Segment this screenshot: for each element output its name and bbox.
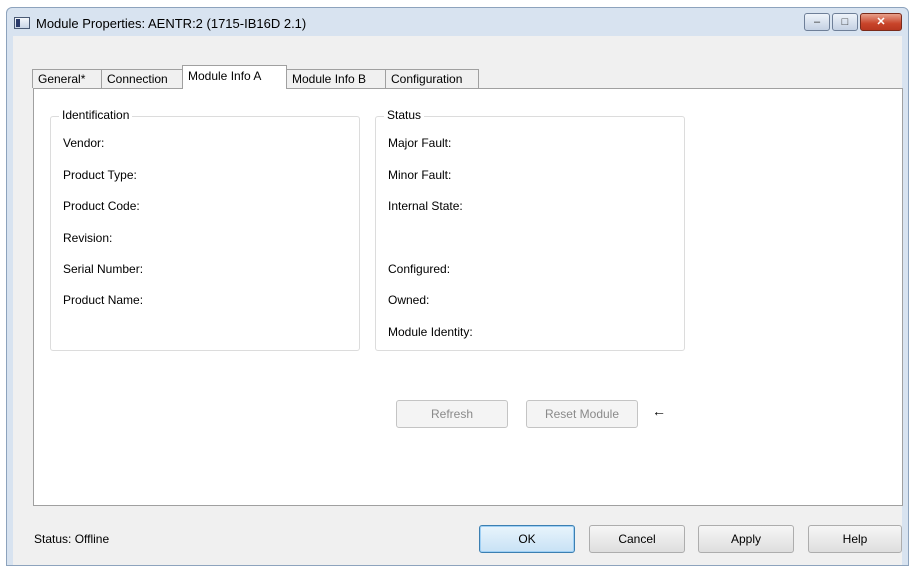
tab-panel: Identification Vendor: Product Type: Pro… — [33, 88, 903, 506]
tab-configuration[interactable]: Configuration — [385, 69, 479, 88]
serial-number-label: Serial Number: — [63, 262, 144, 276]
owned-label: Owned: — [388, 293, 430, 307]
tab-connection[interactable]: Connection — [101, 69, 183, 88]
title-bar[interactable]: Module Properties: AENTR:2 (1715-IB16D 2… — [7, 8, 908, 38]
identification-title: Identification — [59, 108, 133, 122]
minor-fault-label: Minor Fault: — [388, 168, 452, 182]
vendor-label: Vendor: — [63, 136, 105, 150]
help-button[interactable]: Help — [808, 525, 902, 553]
apply-button[interactable]: Apply — [698, 525, 794, 553]
tab-general[interactable]: General* — [32, 69, 102, 88]
tab-module-info-b[interactable]: Module Info B — [286, 69, 386, 88]
internal-state-label: Internal State: — [388, 199, 463, 213]
minimize-button[interactable]: – — [804, 13, 830, 31]
identification-group: Identification Vendor: Product Type: Pro… — [50, 108, 360, 351]
maximize-button[interactable]: □ — [832, 13, 858, 31]
configured-label: Configured: — [388, 262, 451, 276]
module-identity-label: Module Identity: — [388, 325, 473, 339]
cancel-button[interactable]: Cancel — [589, 525, 685, 553]
status-title: Status — [384, 108, 425, 122]
refresh-button[interactable]: Refresh — [396, 400, 508, 428]
major-fault-label: Major Fault: — [388, 136, 452, 150]
product-name-label: Product Name: — [63, 293, 144, 307]
window-title: Module Properties: AENTR:2 (1715-IB16D 2… — [36, 16, 307, 31]
left-arrow-icon: ← — [652, 403, 666, 419]
ok-button[interactable]: OK — [479, 525, 575, 553]
close-button[interactable]: ✕ — [860, 13, 902, 31]
window-icon — [14, 17, 30, 29]
product-type-label: Product Type: — [63, 168, 137, 182]
status-text: Status: Offline — [34, 532, 110, 546]
revision-label: Revision: — [63, 231, 113, 245]
tab-module-info-a[interactable]: Module Info A — [182, 65, 287, 89]
reset-module-button[interactable]: Reset Module — [526, 400, 638, 428]
product-code-label: Product Code: — [63, 199, 140, 213]
status-group: Status Major Fault: Minor Fault: Interna… — [375, 108, 685, 351]
